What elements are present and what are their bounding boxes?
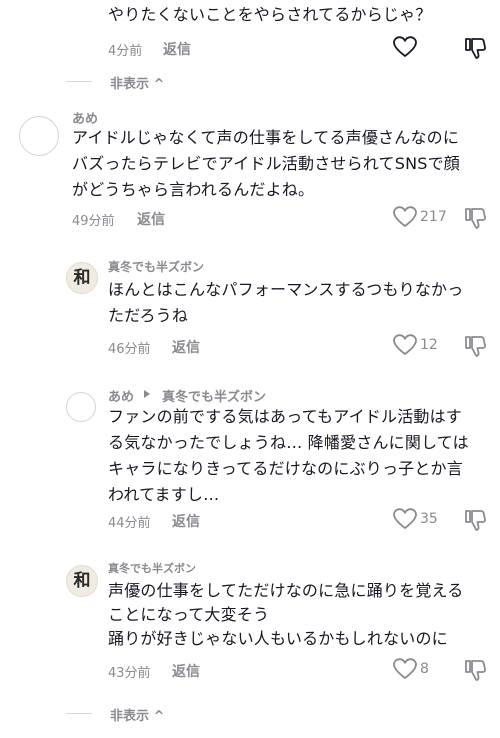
reply-button[interactable]: 返信 bbox=[172, 661, 200, 681]
avatar[interactable]: 和 bbox=[66, 262, 98, 294]
reply-to-author[interactable]: 真冬でも半ズボン bbox=[162, 386, 266, 405]
reply-author[interactable]: あめ bbox=[108, 386, 134, 405]
reply-button[interactable]: 返信 bbox=[172, 511, 200, 531]
avatar-glyph: 和 bbox=[73, 571, 91, 591]
reply-author[interactable]: 真冬でも半ズボン bbox=[108, 258, 204, 275]
comment-text-line: ファンの前でする気はあってもアイドル活動はす bbox=[108, 407, 463, 426]
comment-time: 44分前 bbox=[108, 516, 151, 531]
comment-text-line: る気なかったでしょうね… 降幡愛さんに関しては bbox=[108, 433, 469, 452]
comment-text-line: われてますし… bbox=[108, 485, 220, 504]
dislike-icon[interactable] bbox=[463, 36, 487, 60]
comment-text-line: 声優の仕事をしてただけなのに急に踊りを覚える bbox=[108, 581, 464, 600]
comment-text-line: がどうちゃら言われるんだよね。 bbox=[72, 180, 315, 199]
comment-time: 49分前 bbox=[72, 214, 115, 229]
comment-text-line: ことになって大変そう bbox=[108, 605, 270, 624]
hide-replies-button[interactable]: 非表示 ^ bbox=[110, 73, 164, 92]
like-count: 8 bbox=[420, 661, 429, 677]
dislike-icon[interactable] bbox=[463, 508, 487, 532]
caret-right-icon bbox=[143, 389, 151, 399]
comment-text-line: ただろうね bbox=[108, 306, 189, 325]
avatar[interactable] bbox=[66, 392, 96, 422]
comment-time: 43分前 bbox=[108, 666, 151, 681]
comment-text-line: キャラになりきってるだけなのにぶりっ子とか言 bbox=[108, 459, 463, 478]
reply-button[interactable]: 返信 bbox=[172, 337, 200, 357]
dislike-icon[interactable] bbox=[463, 206, 487, 230]
heart-icon[interactable] bbox=[393, 508, 417, 530]
heart-icon[interactable] bbox=[393, 36, 417, 58]
like-count: 35 bbox=[420, 511, 438, 527]
comment-text-line: バズったらテレビでアイドル活動させられてSNSで顔 bbox=[72, 154, 461, 173]
hide-replies-label: 非表示 ^ bbox=[110, 77, 165, 92]
comment-text-line: やりたくないことをやらされてるからじゃ？ bbox=[108, 5, 432, 24]
comment-time: 4分前 bbox=[108, 44, 143, 59]
divider-line bbox=[66, 713, 92, 714]
reply-button[interactable]: 返信 bbox=[163, 39, 191, 59]
avatar-glyph: 和 bbox=[73, 268, 91, 288]
comment-text-line: アイドルじゃなくて声の仕事をしてる声優さんなのに bbox=[72, 128, 460, 147]
hide-replies-button[interactable]: 非表示 ^ bbox=[110, 705, 164, 724]
dislike-icon[interactable] bbox=[463, 658, 487, 682]
reply-author[interactable]: 真冬でも半ズボン bbox=[108, 560, 196, 576]
heart-icon[interactable] bbox=[393, 334, 417, 356]
comment-text-line: ほんとはこんなパフォーマンスするつもりなかっ bbox=[108, 280, 464, 299]
comment-text-line: 踊りが好きじゃない人もいるかもしれないのに bbox=[108, 629, 448, 648]
heart-icon[interactable] bbox=[393, 206, 417, 228]
reply-button[interactable]: 返信 bbox=[137, 209, 165, 229]
like-count: 217 bbox=[420, 209, 447, 225]
hide-replies-label: 非表示 ^ bbox=[110, 709, 165, 724]
avatar[interactable] bbox=[19, 116, 59, 156]
comment-time: 46分前 bbox=[108, 342, 151, 357]
dislike-icon[interactable] bbox=[463, 334, 487, 358]
avatar[interactable]: 和 bbox=[66, 565, 98, 597]
divider-line bbox=[66, 81, 92, 82]
heart-icon[interactable] bbox=[393, 658, 417, 680]
like-count: 12 bbox=[420, 337, 438, 353]
